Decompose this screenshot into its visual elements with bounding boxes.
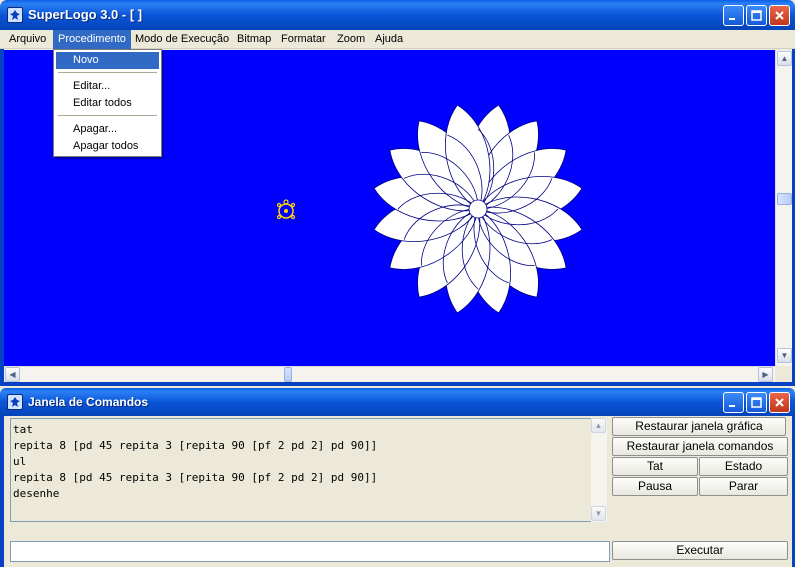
horizontal-scroll-thumb[interactable] [284, 367, 292, 382]
scroll-down-icon[interactable]: ▼ [591, 506, 606, 521]
tat-button[interactable]: Tat [612, 457, 698, 476]
estado-button[interactable]: Estado [699, 457, 788, 476]
vertical-scroll-thumb[interactable] [777, 193, 792, 205]
scroll-up-icon[interactable]: ▲ [591, 418, 606, 433]
minimize-icon [729, 405, 735, 407]
parar-button[interactable]: Parar [699, 477, 788, 496]
output-line: ul [13, 455, 27, 468]
main-titlebar[interactable]: SuperLogo 3.0 - [ ] [0, 0, 795, 30]
menu-procedimento[interactable]: Procedimento [53, 30, 131, 49]
scroll-corner [775, 366, 792, 382]
menu-separator [58, 115, 157, 116]
command-input[interactable] [10, 541, 610, 562]
scroll-right-icon[interactable]: ▶ [758, 367, 773, 382]
window-frame-bottom [0, 382, 795, 386]
menu-modo-de-execucao[interactable]: Modo de Execução [130, 30, 234, 49]
menu-item-apagar[interactable]: Apagar... [56, 121, 159, 138]
command-window-titlebar[interactable]: Janela de Comandos [0, 388, 795, 416]
flower-center [468, 199, 488, 219]
pausa-button[interactable]: Pausa [612, 477, 698, 496]
superlogo-app-icon [7, 7, 23, 23]
menu-zoom[interactable]: Zoom [332, 30, 370, 49]
menu-item-novo[interactable]: Novo [56, 52, 159, 69]
command-output[interactable]: tat repita 8 [pd 45 repita 3 [repita 90 … [10, 418, 606, 522]
minimize-icon [729, 18, 735, 20]
menu-item-apagar-todos[interactable]: Apagar todos [56, 138, 159, 155]
restore-graphics-window-button[interactable]: Restaurar janela gráfica [612, 417, 786, 436]
menu-separator [58, 72, 157, 73]
procedimento-dropdown-menu: Novo Editar... Editar todos Apagar... Ap… [53, 49, 162, 157]
menu-arquivo[interactable]: Arquivo [4, 30, 51, 49]
output-scrollbar[interactable]: ▲ ▼ [591, 418, 607, 522]
output-line: repita 8 [pd 45 repita 3 [repita 90 [pf … [13, 439, 378, 452]
minimize-button[interactable] [723, 5, 744, 26]
output-line: desenhe [13, 487, 60, 500]
close-icon [775, 398, 784, 407]
close-button[interactable] [769, 5, 790, 26]
desktop: SuperLogo 3.0 - [ ] Arquivo Procedimento… [0, 0, 795, 567]
close-icon [775, 11, 784, 20]
menu-ajuda[interactable]: Ajuda [370, 30, 408, 49]
command-window-body: tat repita 8 [pd 45 repita 3 [repita 90 … [4, 416, 792, 567]
menu-item-editar-todos[interactable]: Editar todos [56, 95, 159, 112]
maximize-icon [751, 10, 762, 21]
maximize-button[interactable] [746, 5, 767, 26]
command-window-icon [7, 394, 23, 410]
menu-bar: Arquivo Procedimento Modo de Execução Bi… [0, 30, 795, 49]
scroll-left-icon[interactable]: ◀ [5, 367, 20, 382]
cmd-minimize-button[interactable] [723, 392, 744, 413]
maximize-icon [751, 397, 762, 408]
command-window-title: Janela de Comandos [28, 395, 149, 409]
window-title: SuperLogo 3.0 - [ ] [28, 7, 143, 22]
restore-commands-window-button[interactable]: Restaurar janela comandos [612, 437, 788, 456]
menu-bitmap[interactable]: Bitmap [232, 30, 276, 49]
flower-drawing [373, 104, 583, 314]
scroll-up-icon[interactable]: ▲ [777, 51, 792, 66]
output-line: tat [13, 423, 33, 436]
canvas-horizontal-scrollbar[interactable]: ◀ ▶ [4, 366, 775, 382]
cmd-close-button[interactable] [769, 392, 790, 413]
canvas-vertical-scrollbar[interactable]: ▲ ▼ [775, 50, 792, 366]
menu-item-editar[interactable]: Editar... [56, 78, 159, 95]
scroll-down-icon[interactable]: ▼ [777, 348, 792, 363]
output-line: repita 8 [pd 45 repita 3 [repita 90 [pf … [13, 471, 378, 484]
turtle-icon [276, 199, 296, 220]
menu-formatar[interactable]: Formatar [276, 30, 331, 49]
cmd-maximize-button[interactable] [746, 392, 767, 413]
executar-button[interactable]: Executar [612, 541, 788, 560]
